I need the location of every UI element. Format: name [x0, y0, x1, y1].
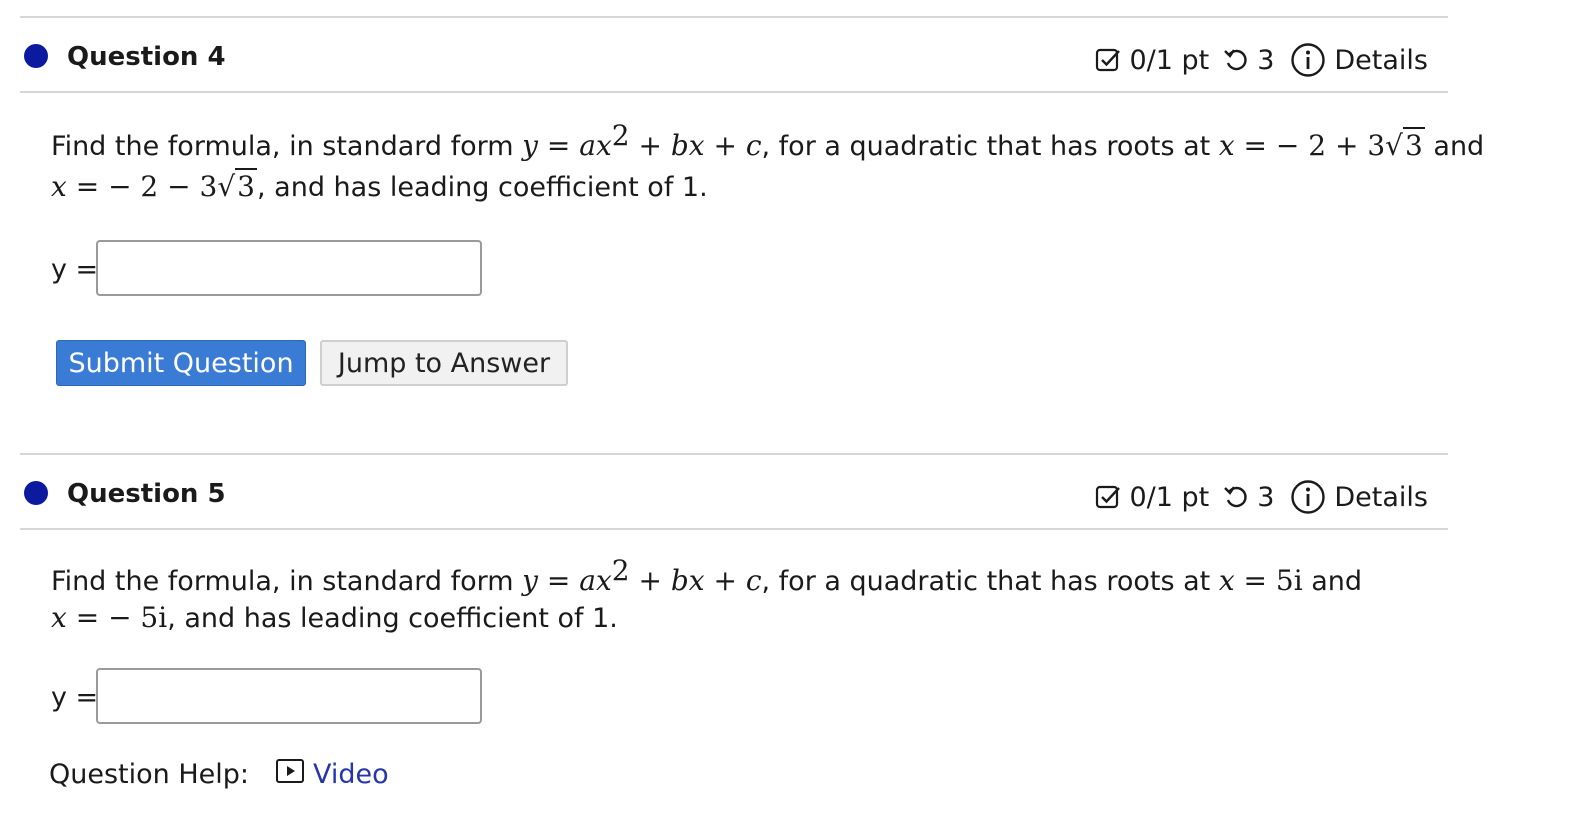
divider: [20, 16, 1448, 18]
jump-to-answer-button[interactable]: Jump to Answer: [320, 340, 568, 386]
details-link[interactable]: Details: [1334, 45, 1428, 76]
problem-line-2: x = − 2 − 3√3, and has leading coefficie…: [51, 168, 708, 203]
answer-input[interactable]: [96, 668, 482, 724]
details-link[interactable]: Details: [1334, 482, 1428, 513]
problem-text: Find the formula, in standard form y = a…: [51, 554, 1363, 637]
retry-icon: [1223, 484, 1249, 510]
status-dot-icon: [24, 44, 48, 68]
divider: [20, 91, 1448, 93]
answer-input[interactable]: [96, 240, 482, 296]
answer-label: y =: [51, 682, 99, 713]
info-icon[interactable]: [1290, 479, 1326, 515]
root-1: 5i: [1275, 564, 1303, 597]
question-4-header: Question 4 0/1 pt 3 Details: [20, 36, 1448, 78]
submit-question-button[interactable]: Submit Question: [56, 340, 306, 386]
points-value: 0/1 pt: [1129, 481, 1210, 513]
question-meta: 0/1 pt 3 Details: [1095, 479, 1428, 515]
question-5-header: Question 5 0/1 pt 3 Details: [20, 473, 1448, 515]
video-link[interactable]: Video: [275, 758, 389, 791]
problem-line-2: x = − 5i, and has leading coefficient of…: [51, 601, 618, 634]
math-formula: y: [522, 564, 538, 597]
root-1: − 2 + 3: [1275, 129, 1386, 162]
problem-line-1: Find the formula, in standard form y = a…: [51, 119, 1485, 162]
divider: [20, 528, 1448, 530]
checkbox-score-icon: [1095, 484, 1121, 510]
retry-icon: [1223, 47, 1249, 73]
math-formula: y: [522, 129, 538, 162]
question-title: Question 5: [67, 479, 226, 509]
problem-text: Find the formula, in standard form y = a…: [51, 119, 1485, 208]
divider: [20, 453, 1448, 455]
tries-count: 3: [1257, 44, 1275, 76]
problem-line-1: Find the formula, in standard form y = a…: [51, 554, 1363, 598]
question-help: Question Help: Video: [49, 758, 389, 791]
root-2: − 5i: [108, 601, 168, 634]
play-icon: [275, 758, 305, 791]
question-meta: 0/1 pt 3 Details: [1095, 42, 1428, 78]
question-title: Question 4: [67, 42, 226, 72]
video-label[interactable]: Video: [313, 759, 389, 790]
checkbox-score-icon: [1095, 47, 1121, 73]
root-2: − 2 − 3: [108, 170, 218, 203]
tries-count: 3: [1257, 481, 1275, 513]
question-help-label: Question Help:: [49, 759, 249, 790]
points-value: 0/1 pt: [1129, 44, 1210, 76]
info-icon[interactable]: [1290, 42, 1326, 78]
status-dot-icon: [24, 481, 48, 505]
answer-label: y =: [51, 254, 99, 285]
